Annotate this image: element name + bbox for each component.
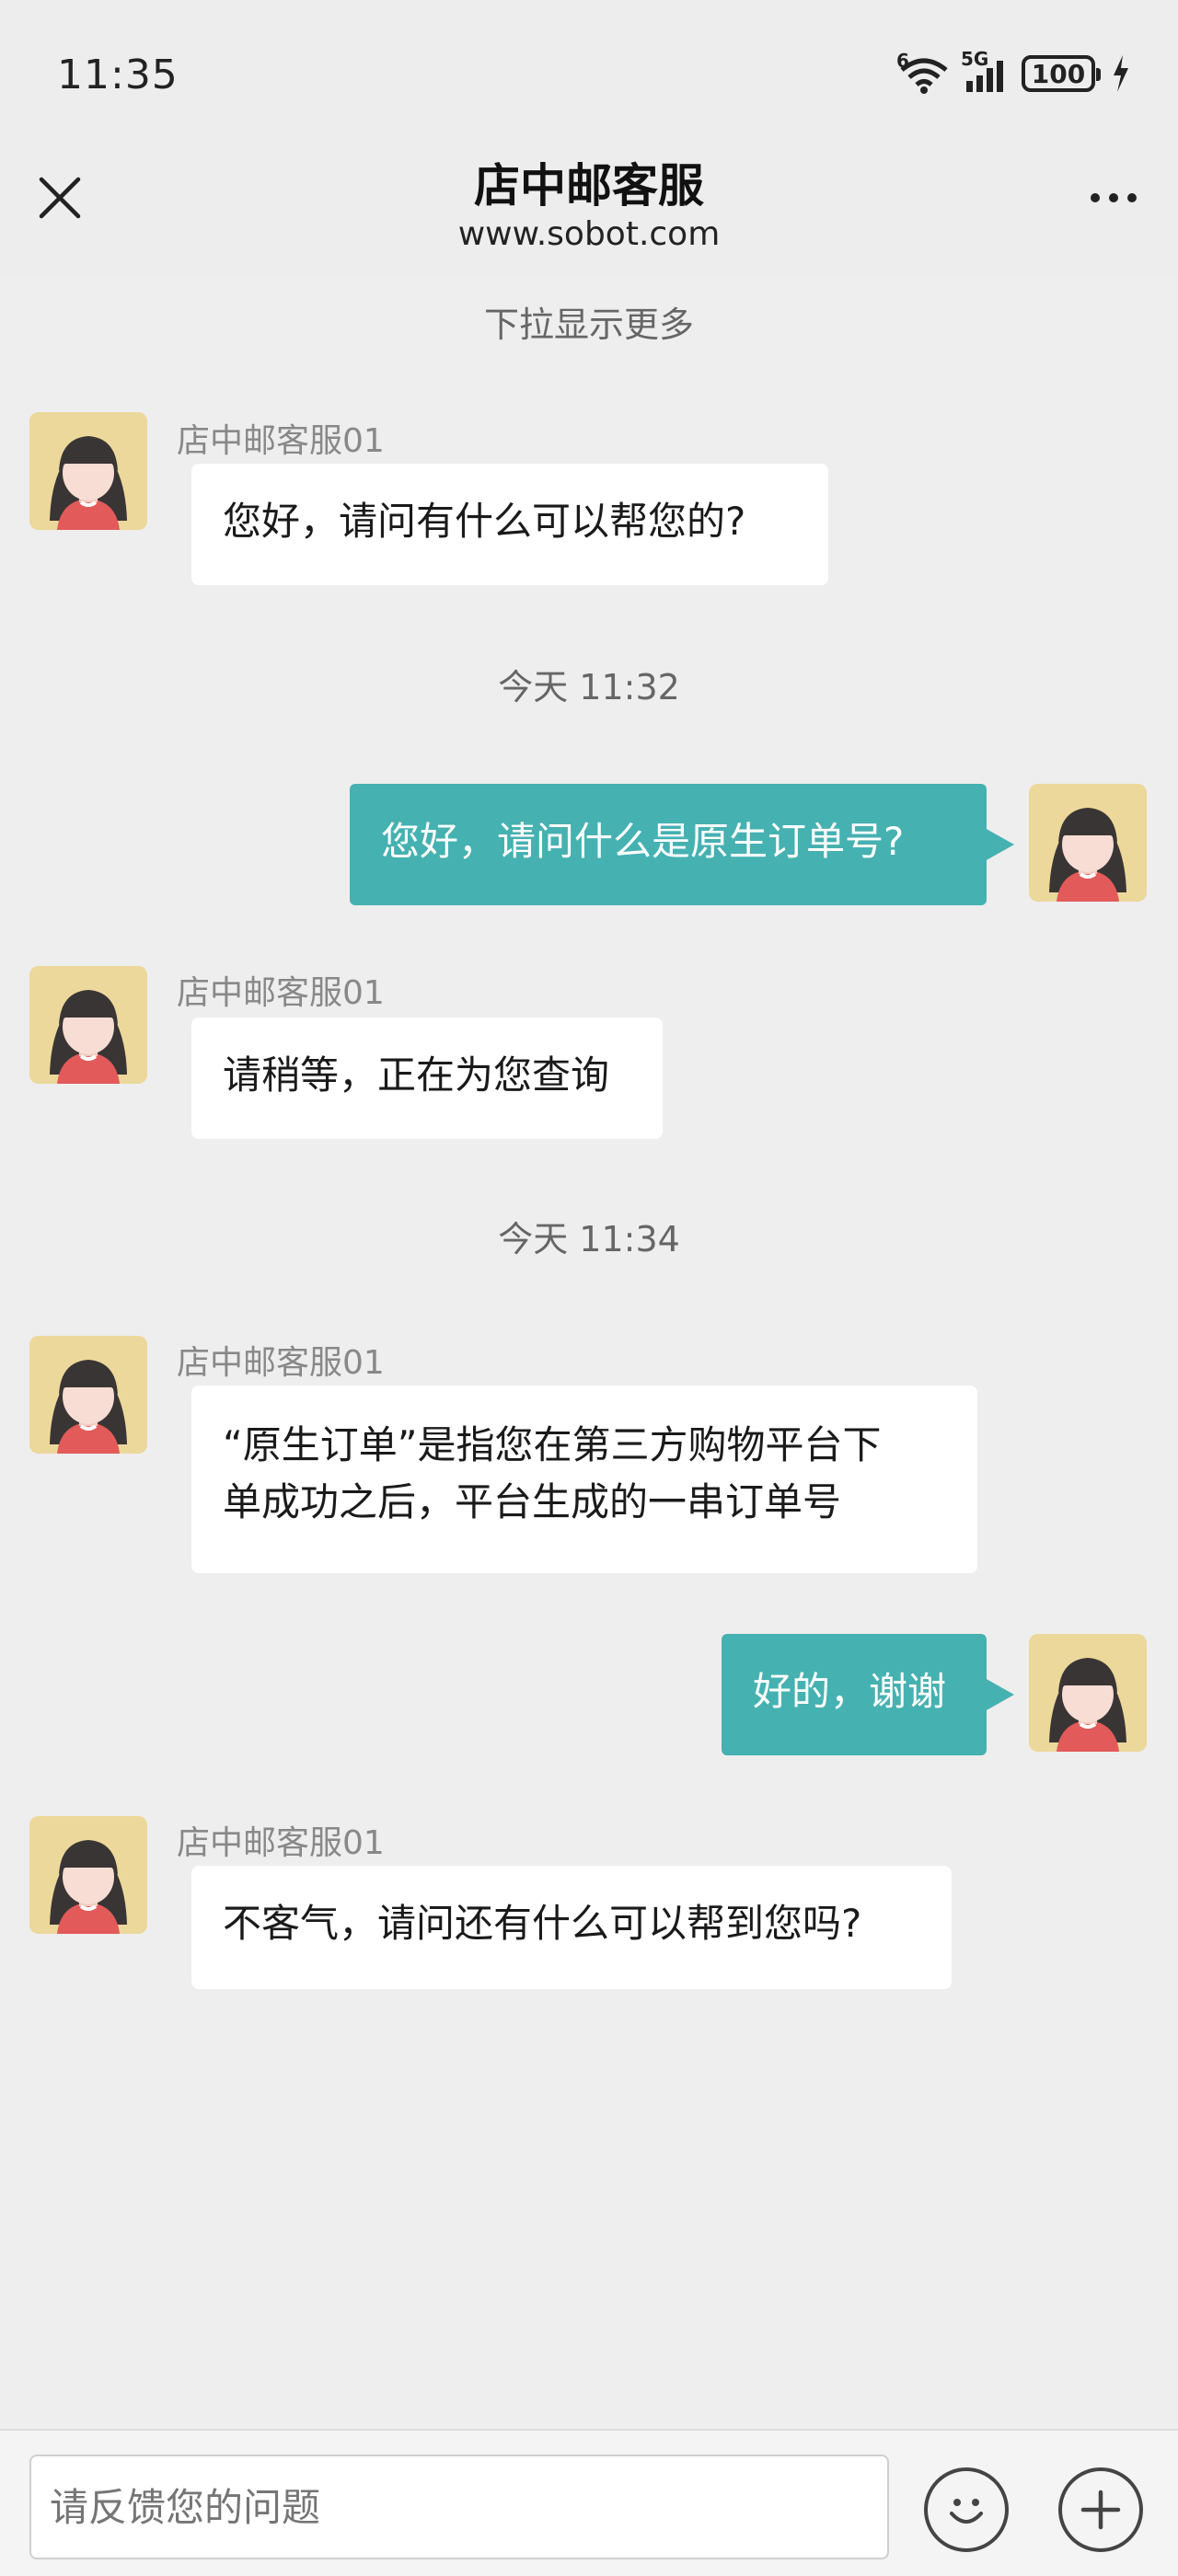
message-text: 您好，请问有什么可以帮您的? <box>223 499 746 544</box>
emoji-button[interactable] <box>924 2467 1009 2552</box>
more-dot-icon <box>1127 193 1137 202</box>
agent-message-bubble[interactable]: “原生订单”是指您在第三方购物平台下 单成功之后，平台生成的一串订单号 <box>191 1386 977 1573</box>
time-divider: 今天 11:34 <box>498 1219 680 1259</box>
charging-icon <box>1112 55 1130 92</box>
user-message-bubble[interactable]: 好的，谢谢 <box>722 1634 1014 1755</box>
smiley-icon <box>950 2499 983 2524</box>
status-icons: 6 5G 100 <box>896 48 1130 96</box>
battery-level: 100 <box>1031 58 1086 89</box>
wifi-icon: 6 <box>896 50 952 94</box>
girl-avatar-icon <box>29 412 147 530</box>
message-text: 请稍等，正在为您查询 <box>223 1052 610 1098</box>
signal-icon: 5G <box>961 48 1012 94</box>
message-text-line: “原生订单”是指您在第三方购物平台下 <box>223 1422 882 1467</box>
status-time: 11:35 <box>57 52 179 98</box>
girl-avatar-icon <box>29 1816 147 1934</box>
message-text-line: 单成功之后，平台生成的一串订单号 <box>223 1479 842 1524</box>
message-text: 不客气，请问还有什么可以帮到您吗? <box>223 1901 862 1946</box>
battery-icon: 100 <box>1022 55 1101 92</box>
user-avatar <box>1029 784 1147 902</box>
page-title: 店中邮客服 <box>474 159 704 213</box>
wifi-label: 6 <box>896 50 909 72</box>
agent-avatar <box>29 966 147 1084</box>
user-message-bubble[interactable]: 您好，请问什么是原生订单号? <box>350 784 1014 905</box>
message-text: 好的，谢谢 <box>753 1669 947 1714</box>
girl-avatar-icon <box>1029 784 1147 902</box>
more-dot-icon <box>1091 193 1100 202</box>
nav-header: 店中邮客服 www.sobot.com <box>0 138 1178 276</box>
agent-name: 店中邮客服01 <box>177 1344 385 1382</box>
more-button[interactable] <box>1077 175 1150 221</box>
feedback-input[interactable] <box>29 2455 889 2559</box>
page-subtitle: www.sobot.com <box>457 215 721 253</box>
agent-name: 店中邮客服01 <box>177 974 385 1012</box>
input-bar <box>0 2429 1178 2576</box>
agent-name: 店中邮客服01 <box>177 422 385 460</box>
agent-message-bubble[interactable]: 您好，请问有什么可以帮您的? <box>191 464 828 585</box>
girl-avatar-icon <box>29 966 147 1084</box>
chat-area[interactable]: 下拉显示更多 店中邮客服01 您好，请问有什么可以帮您的? 今天 11:32 您… <box>0 276 1178 2429</box>
agent-message-bubble[interactable]: 不客气，请问还有什么可以帮到您吗? <box>191 1866 952 1989</box>
more-dot-icon <box>1109 193 1118 202</box>
girl-avatar-icon <box>29 1336 147 1454</box>
agent-name: 店中邮客服01 <box>177 1824 385 1862</box>
time-divider: 今天 11:32 <box>498 667 680 707</box>
load-more-hint[interactable]: 下拉显示更多 <box>0 296 1178 347</box>
network-label: 5G <box>961 48 989 70</box>
agent-avatar <box>29 412 147 530</box>
agent-message-bubble[interactable]: 请稍等，正在为您查询 <box>191 1018 663 1139</box>
add-button[interactable] <box>1058 2467 1143 2552</box>
plus-icon <box>1080 2490 1121 2530</box>
agent-avatar <box>29 1816 147 1934</box>
message-text: 您好，请问什么是原生订单号? <box>381 819 905 864</box>
agent-avatar <box>29 1336 147 1454</box>
girl-avatar-icon <box>1029 1634 1147 1752</box>
status-bar: 11:35 6 5G 100 <box>0 0 1178 147</box>
user-avatar <box>1029 1634 1147 1752</box>
